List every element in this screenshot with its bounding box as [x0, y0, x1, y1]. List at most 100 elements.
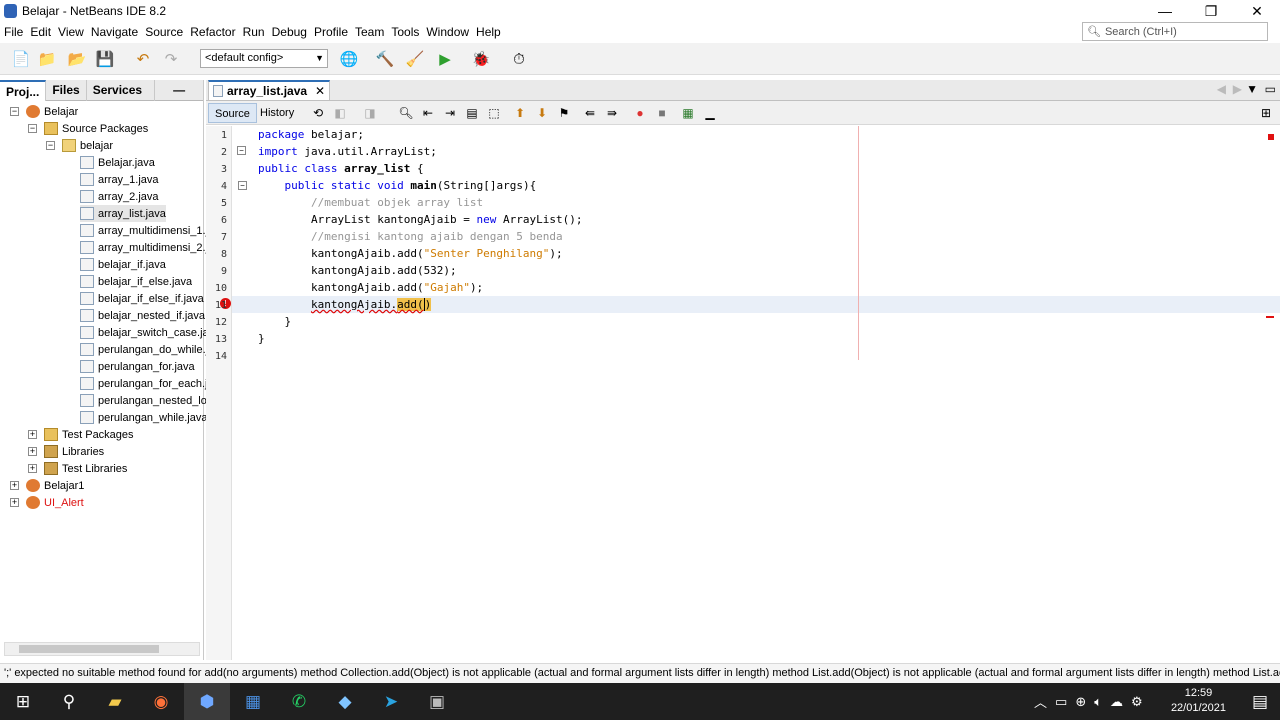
new-project-icon[interactable]: 📁 — [36, 48, 58, 70]
start-icon[interactable]: ⊞ — [0, 683, 46, 720]
expand-toggle-icon[interactable]: − — [10, 107, 19, 116]
tree-item[interactable]: belajar_if_else.java — [80, 273, 192, 290]
search-input[interactable]: 🔍︎ Search (Ctrl+I) — [1082, 22, 1268, 41]
tree-item[interactable]: array_2.java — [80, 188, 159, 205]
scroll-left-icon[interactable]: ◀ — [1217, 82, 1226, 96]
menu-debug[interactable]: Debug — [272, 25, 307, 39]
tree-item[interactable]: Test Libraries — [44, 460, 127, 477]
tree-item[interactable]: Libraries — [44, 443, 104, 460]
menu-help[interactable]: Help — [476, 25, 501, 39]
maximize-editor-icon[interactable]: ▭ — [1265, 82, 1276, 96]
tree-horizontal-scrollbar[interactable] — [4, 642, 200, 656]
search-taskbar-icon[interactable]: ⚲ — [46, 683, 92, 720]
window-app-icon[interactable]: ◆ — [322, 683, 368, 720]
forward-icon[interactable]: ◨ — [362, 105, 378, 121]
battery-icon[interactable]: ▭ — [1055, 694, 1067, 710]
expand-toggle-icon[interactable]: + — [10, 481, 19, 490]
notifications-icon[interactable]: ▤ — [1240, 683, 1280, 720]
cloud-icon[interactable]: ☁ — [1110, 694, 1123, 710]
shift-right-icon[interactable]: ⇛ — [604, 105, 620, 121]
menu-file[interactable]: File — [4, 25, 23, 39]
expand-toggle-icon[interactable]: + — [10, 498, 19, 507]
source-tab[interactable]: Source — [208, 103, 257, 123]
find-previous-icon[interactable]: ⇤ — [420, 105, 436, 121]
toggle-bookmark-icon[interactable]: ⚑ — [556, 105, 572, 121]
error-stripe-marker[interactable] — [1268, 134, 1274, 140]
menu-window[interactable]: Window — [426, 25, 469, 39]
debug-icon[interactable]: 🐞 — [470, 48, 492, 70]
record-macro-icon[interactable]: ● — [632, 105, 648, 121]
last-edit-icon[interactable]: ⟲ — [310, 105, 326, 121]
tab-list-icon[interactable]: ▼ — [1246, 82, 1258, 96]
calculator-icon[interactable]: ▦ — [230, 683, 276, 720]
fold-method-icon[interactable]: − — [238, 181, 247, 190]
firefox-icon[interactable]: ◉ — [138, 683, 184, 720]
new-file-icon[interactable]: 📄 — [10, 48, 32, 70]
expand-toggle-icon[interactable]: − — [28, 124, 37, 133]
menu-navigate[interactable]: Navigate — [91, 25, 138, 39]
tree-item[interactable]: Belajar — [26, 103, 78, 120]
find-next-icon[interactable]: ⇥ — [442, 105, 458, 121]
code-area[interactable]: − package belajar; import java.util.Array… — [232, 126, 1280, 660]
chevron-up-icon[interactable]: ︿ — [1034, 692, 1047, 711]
menu-run[interactable]: Run — [243, 25, 265, 39]
redo-icon[interactable]: ↷ — [160, 48, 182, 70]
menu-source[interactable]: Source — [145, 25, 183, 39]
find-icon[interactable]: 🔍︎ — [398, 105, 414, 121]
rect-select-icon[interactable]: ⬚ — [486, 105, 502, 121]
tree-item[interactable]: belajar_if_else_if.java — [80, 290, 204, 307]
tree-item[interactable]: belajar_if.java — [80, 256, 166, 273]
netbeans-taskbar-icon[interactable]: ⬢ — [184, 683, 230, 720]
volume-icon[interactable]: 🔈︎ — [1094, 694, 1102, 710]
prev-bookmark-icon[interactable]: ⬆ — [512, 105, 528, 121]
profile-icon[interactable]: ⏱ — [508, 48, 530, 70]
tree-item[interactable]: perulangan_nested_lo — [80, 392, 207, 409]
close-button[interactable]: ✕ — [1234, 0, 1280, 22]
back-icon[interactable]: ◧ — [332, 105, 348, 121]
tab-files[interactable]: Files — [46, 80, 87, 101]
toggle-highlight-icon[interactable]: ▤ — [464, 105, 480, 121]
telegram-icon[interactable]: ➤ — [368, 683, 414, 720]
tree-item[interactable]: belajar — [62, 137, 113, 154]
settings-tray-icon[interactable]: ⚙ — [1131, 694, 1143, 710]
scrollbar-thumb[interactable] — [19, 645, 159, 653]
clean-build-icon[interactable]: 🧹 — [404, 48, 426, 70]
undo-icon[interactable]: ↶ — [132, 48, 154, 70]
run-icon[interactable]: ▶ — [434, 48, 456, 70]
tree-item[interactable]: array_multidimensi_2.j — [80, 239, 208, 256]
tree-item[interactable]: perulangan_for_each.j — [80, 375, 207, 392]
close-tab-icon[interactable]: ✕ — [315, 82, 325, 100]
expand-toggle-icon[interactable]: + — [28, 430, 37, 439]
expand-toggle-icon[interactable]: − — [46, 141, 55, 150]
tree-item[interactable]: Source Packages — [44, 120, 148, 137]
stop-macro-icon[interactable]: ■ — [654, 105, 670, 121]
whatsapp-icon[interactable]: ✆ — [276, 683, 322, 720]
minimize-panel-button[interactable]: — — [167, 80, 191, 101]
expand-toggle-icon[interactable]: + — [28, 464, 37, 473]
build-hammer-icon[interactable]: 🔨 — [374, 48, 396, 70]
tree-item[interactable]: array_multidimensi_1.j — [80, 222, 208, 239]
error-stripe-line[interactable] — [1266, 316, 1274, 318]
tree-item[interactable]: Test Packages — [44, 426, 134, 443]
tree-item[interactable]: array_list.java — [80, 205, 166, 222]
open-project-icon[interactable]: 📂 — [66, 48, 88, 70]
menu-tools[interactable]: Tools — [391, 25, 419, 39]
tree-item[interactable]: perulangan_for.java — [80, 358, 195, 375]
globe-icon[interactable]: 🌐 — [338, 48, 360, 70]
shift-left-icon[interactable]: ⇚ — [582, 105, 598, 121]
menu-team[interactable]: Team — [355, 25, 384, 39]
tree-item[interactable]: array_1.java — [80, 171, 159, 188]
next-bookmark-icon[interactable]: ⬇ — [534, 105, 550, 121]
tree-item[interactable]: belajar_switch_case.ja — [80, 324, 209, 341]
save-all-icon[interactable]: 💾 — [94, 48, 116, 70]
menu-profile[interactable]: Profile — [314, 25, 348, 39]
clock[interactable]: 12:59 22/01/2021 — [1171, 686, 1226, 716]
uncomment-icon[interactable]: ▁ — [702, 105, 718, 121]
tree-item[interactable]: perulangan_do_while.j — [80, 341, 208, 358]
split-editor-icon[interactable]: ⊞ — [1258, 105, 1274, 121]
maximize-button[interactable]: ❐ — [1188, 0, 1234, 22]
network-icon[interactable]: ⊕ — [1075, 694, 1086, 710]
comment-icon[interactable]: ▦ — [680, 105, 696, 121]
minimize-button[interactable]: — — [1142, 0, 1188, 22]
tree-item[interactable]: Belajar1 — [26, 477, 84, 494]
